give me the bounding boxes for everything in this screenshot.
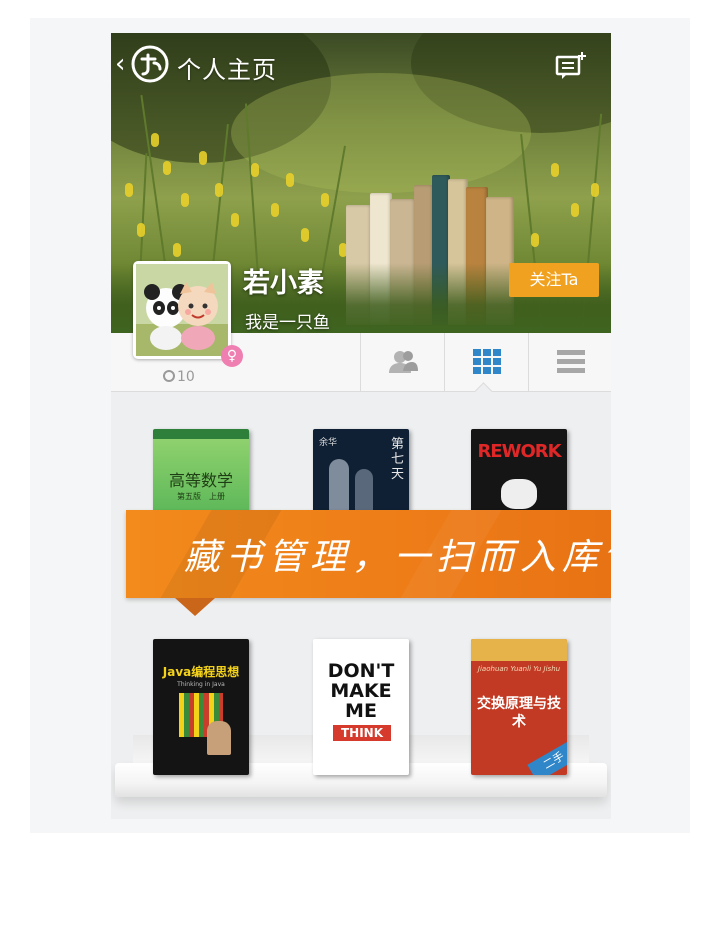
- book-title: REWORK: [477, 441, 561, 462]
- book-title: 高等数学: [168, 471, 233, 490]
- count-icon: [163, 370, 175, 382]
- book-tag: THINK: [333, 725, 391, 741]
- compose-message-icon[interactable]: [555, 51, 587, 81]
- grid-view-icon: [473, 349, 501, 374]
- gender-female-icon: ♀: [221, 345, 243, 367]
- book-title: Java编程思想: [162, 665, 240, 679]
- book-title-line-2: MAKE: [330, 680, 392, 702]
- stat-count-value: 10: [177, 369, 195, 385]
- book-title-line-3: ME: [345, 700, 377, 722]
- tab-grid[interactable]: [444, 333, 528, 391]
- tab-list[interactable]: [528, 333, 611, 391]
- friends-icon: [389, 351, 418, 373]
- promo-banner-text: 藏书管理，一扫而入库^^: [184, 537, 611, 578]
- book-title: 第七天: [391, 437, 405, 482]
- banner-pointer: [175, 598, 215, 616]
- profile-name: 若小素: [243, 268, 324, 299]
- page-title: 个人主页: [177, 56, 277, 84]
- promo-banner: 藏书管理，一扫而入库^^: [126, 510, 611, 598]
- app-logo-icon[interactable]: [131, 45, 169, 83]
- book-cover[interactable]: Jiaohuan Yuanli Yu Jishu 交换原理与技术 二手: [471, 639, 567, 775]
- top-bar: ‹ 个人主页: [111, 33, 611, 99]
- book-title: 交换原理与技术: [477, 696, 561, 730]
- book-subtitle: Jiaohuan Yuanli Yu Jishu: [477, 665, 561, 673]
- avatar[interactable]: [133, 261, 231, 359]
- phone-screen: ‹ 个人主页 若小素 我是一只鱼 关注Ta 10 ♀ 高等数学 第五版 上册 余…: [111, 33, 611, 819]
- book-subtitle: 第五版 上册: [177, 492, 225, 501]
- follow-button[interactable]: 关注Ta: [509, 263, 599, 297]
- tab-friends[interactable]: [360, 333, 444, 391]
- book-subtitle: Thinking in Java: [177, 681, 225, 688]
- book-title-line-1: DON'T: [327, 660, 395, 682]
- profile-bio: 我是一只鱼: [245, 313, 330, 333]
- book-cover[interactable]: Java编程思想 Thinking in Java: [153, 639, 249, 775]
- avatar-image: [136, 264, 228, 356]
- book-author: 余华: [319, 438, 338, 448]
- list-view-icon: [557, 350, 585, 373]
- secondhand-badge: 二手: [527, 739, 567, 775]
- book-cover[interactable]: DON'T MAKE ME THINK: [313, 639, 409, 775]
- chevron-left-icon[interactable]: ‹: [115, 51, 125, 77]
- stat-count: 10: [163, 369, 195, 385]
